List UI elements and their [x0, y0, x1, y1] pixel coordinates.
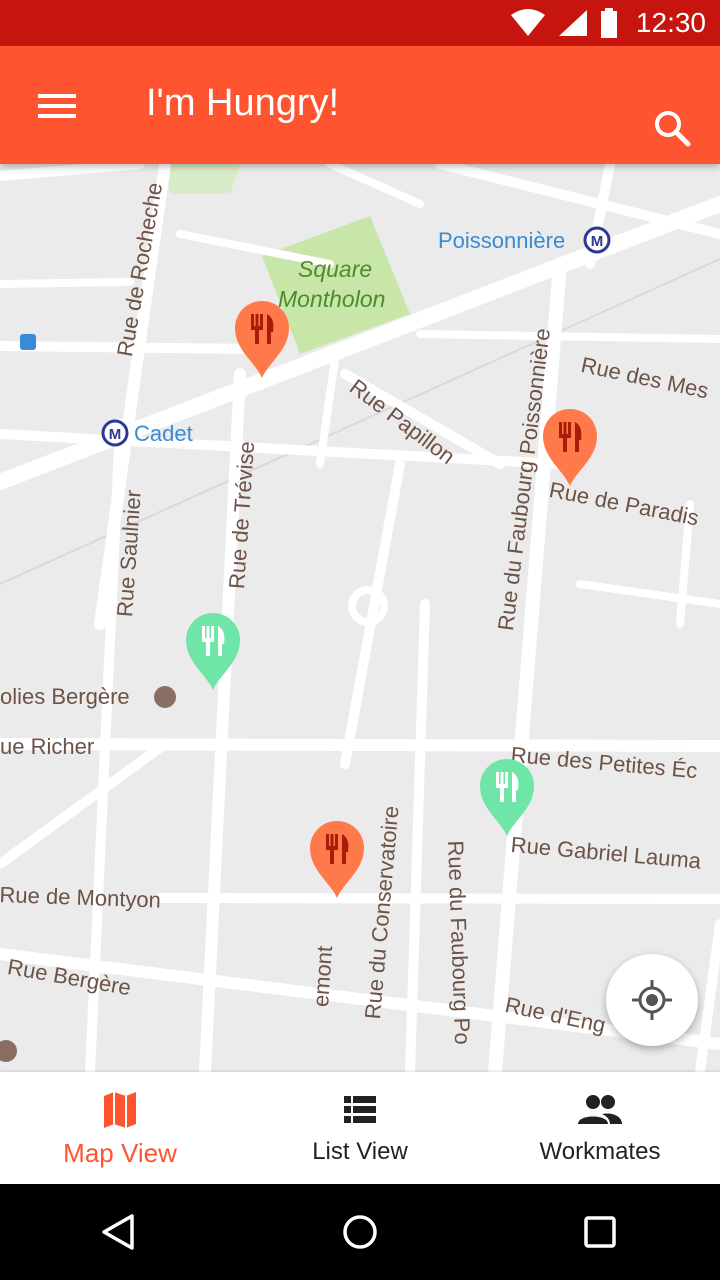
recents-button[interactable] — [570, 1202, 630, 1262]
recents-icon — [584, 1216, 616, 1248]
home-icon — [343, 1215, 377, 1249]
app-title: I'm Hungry! — [146, 82, 340, 124]
tab-workmates[interactable]: Workmates — [480, 1072, 720, 1184]
wifi-icon — [510, 9, 545, 36]
street-label: Rue de Montyon — [0, 882, 162, 913]
tab-label: List View — [312, 1138, 408, 1165]
map-icon — [104, 1092, 136, 1128]
restaurant-marker-joined[interactable] — [478, 758, 536, 838]
metro-label: Poissonnière — [438, 228, 566, 253]
search-icon[interactable] — [648, 104, 696, 152]
metro-label: Cadet — [134, 421, 193, 446]
signal-icon — [558, 10, 587, 36]
park-label: Montholon — [278, 286, 386, 312]
crosshair-icon — [632, 980, 672, 1020]
home-button[interactable] — [330, 1202, 390, 1262]
back-icon — [102, 1214, 134, 1250]
restaurant-marker[interactable] — [308, 820, 366, 900]
system-navigation-bar — [0, 1184, 720, 1280]
clock: 12:30 — [635, 7, 706, 38]
list-icon — [344, 1096, 376, 1123]
tab-list-view[interactable]: List View — [240, 1072, 480, 1184]
status-bar: 12:30 — [0, 0, 720, 46]
people-icon — [578, 1095, 622, 1124]
menu-icon[interactable] — [30, 84, 84, 128]
tab-label: Map View — [63, 1138, 177, 1168]
svg-text:M: M — [109, 426, 122, 443]
app-bar: I'm Hungry! — [0, 46, 720, 164]
tab-label: Workmates — [539, 1138, 661, 1165]
back-button[interactable] — [90, 1202, 150, 1262]
bottom-navigation: Map View List View Workmates — [0, 1072, 720, 1184]
restaurant-marker-joined[interactable] — [184, 612, 242, 692]
tab-map-view[interactable]: Map View — [0, 1072, 240, 1184]
park-label: Square — [298, 256, 373, 282]
street-label: ue Richer — [0, 734, 95, 759]
street-label: emont — [308, 944, 338, 1008]
my-location-button[interactable] — [606, 954, 698, 1046]
map-view[interactable]: M M Square Montholon Poissonnière Cadet … — [0, 164, 720, 1072]
restaurant-marker[interactable] — [233, 300, 291, 380]
street-label: olies Bergère — [0, 684, 130, 709]
battery-icon — [600, 8, 617, 38]
svg-text:M: M — [591, 233, 604, 250]
restaurant-marker[interactable] — [541, 408, 599, 488]
